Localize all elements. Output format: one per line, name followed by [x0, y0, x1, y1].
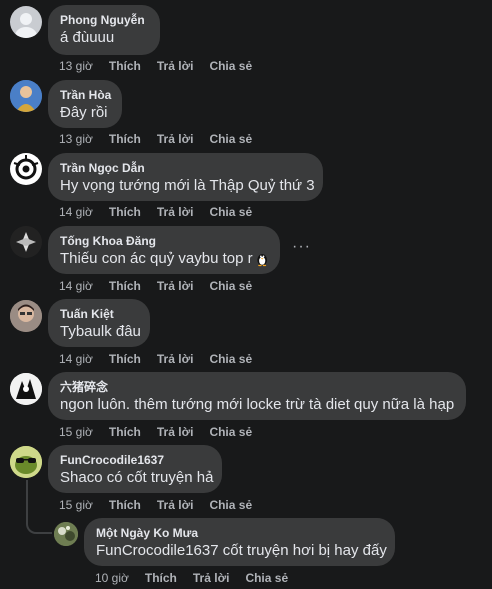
comment-text: FunCrocodile1637 cốt truyện hơi bị hay đ…	[96, 542, 387, 559]
reply-button[interactable]: Trả lời	[193, 571, 230, 585]
avatar[interactable]	[10, 6, 42, 38]
share-button[interactable]: Chia sẻ	[209, 279, 252, 293]
avatar[interactable]	[10, 80, 42, 112]
comment-time[interactable]: 14 giờ	[59, 205, 93, 219]
penguin-emoji-icon	[256, 254, 267, 267]
comment-bubble: Tống Khoa Đăng Thiếu con ác quỷ vaybu to…	[48, 226, 280, 274]
like-button[interactable]: Thích	[109, 132, 141, 146]
comment-text: á đùuuu	[60, 29, 115, 46]
comment-time[interactable]: 13 giờ	[59, 59, 93, 73]
comment-author[interactable]: 六猪碎念	[60, 379, 454, 395]
like-button[interactable]: Thích	[109, 425, 141, 439]
comment-author[interactable]: Tống Khoa Đăng	[60, 233, 268, 249]
reply-button[interactable]: Trả lời	[157, 425, 194, 439]
like-button[interactable]: Thích	[109, 498, 141, 512]
share-button[interactable]: Chia sẻ	[209, 59, 252, 73]
reply-button[interactable]: Trả lời	[157, 498, 194, 512]
comment-text: Shaco có cốt truyện hả	[60, 469, 214, 486]
comment-text: ngon luôn. thêm tướng mới locke trừ tà d…	[60, 396, 455, 413]
like-button[interactable]: Thích	[109, 205, 141, 219]
reply-button[interactable]: Trả lời	[157, 279, 194, 293]
comment-author[interactable]: Một Ngày Ko Mưa	[96, 525, 383, 541]
comment-bubble: FunCrocodile1637 Shaco có cốt truyện hả	[48, 445, 222, 493]
share-button[interactable]: Chia sẻ	[209, 205, 252, 219]
comment-author[interactable]: Phong Nguyễn	[60, 12, 148, 28]
comment-bubble: Tuấn Kiệt Tybaulk đâu	[48, 299, 150, 347]
comment-time[interactable]: 14 giờ	[59, 352, 93, 366]
share-button[interactable]: Chia sẻ	[209, 352, 252, 366]
comment-text: Tybaulk đâu	[60, 323, 141, 340]
reply-button[interactable]: Trả lời	[157, 205, 194, 219]
comment-bubble: Phong Nguyễn á đùuuu	[48, 5, 160, 55]
comment-bubble: Một Ngày Ko Mưa FunCrocodile1637 cốt tru…	[84, 518, 395, 566]
share-button[interactable]: Chia sẻ	[209, 425, 252, 439]
avatar[interactable]	[54, 522, 78, 546]
reply-button[interactable]: Trả lời	[157, 352, 194, 366]
avatar[interactable]	[10, 226, 42, 258]
comment-time[interactable]: 13 giờ	[59, 132, 93, 146]
avatar[interactable]	[10, 373, 42, 405]
comment-author[interactable]: Trần Hòa	[60, 87, 111, 103]
share-button[interactable]: Chia sẻ	[245, 571, 288, 585]
more-options-icon[interactable]: ···	[292, 238, 311, 256]
comment-time[interactable]: 15 giờ	[59, 425, 93, 439]
comment-time[interactable]: 15 giờ	[59, 498, 93, 512]
comment-bubble: 六猪碎念 ngon luôn. thêm tướng mới locke trừ…	[48, 372, 466, 420]
reply-button[interactable]: Trả lời	[157, 132, 194, 146]
comment-time[interactable]: 14 giờ	[59, 279, 93, 293]
like-button[interactable]: Thích	[109, 352, 141, 366]
comment-author[interactable]: FunCrocodile1637	[60, 452, 210, 468]
avatar[interactable]	[10, 446, 42, 478]
like-button[interactable]: Thích	[109, 59, 141, 73]
comment-time[interactable]: 10 giờ	[95, 571, 129, 585]
like-button[interactable]: Thích	[145, 571, 177, 585]
avatar[interactable]	[10, 153, 42, 185]
share-button[interactable]: Chia sẻ	[209, 498, 252, 512]
like-button[interactable]: Thích	[109, 279, 141, 293]
share-button[interactable]: Chia sẻ	[209, 132, 252, 146]
comment-text: Hy vọng tướng mới là Thập Quỷ thứ 3	[60, 177, 315, 194]
reply-button[interactable]: Trả lời	[157, 59, 194, 73]
comment-bubble: Trần Hòa Đây rồi	[48, 80, 122, 128]
comment-author[interactable]: Tuấn Kiệt	[60, 306, 138, 322]
comment-bubble: Trần Ngọc Dẫn Hy vọng tướng mới là Thập …	[48, 153, 323, 201]
comment-text: Đây rồi	[60, 104, 108, 121]
reply-thread-line	[26, 480, 52, 534]
comment-author[interactable]: Trần Ngọc Dẫn	[60, 160, 311, 176]
comment-text: Thiếu con ác quỷ vaybu top r	[60, 250, 253, 267]
avatar[interactable]	[10, 300, 42, 332]
